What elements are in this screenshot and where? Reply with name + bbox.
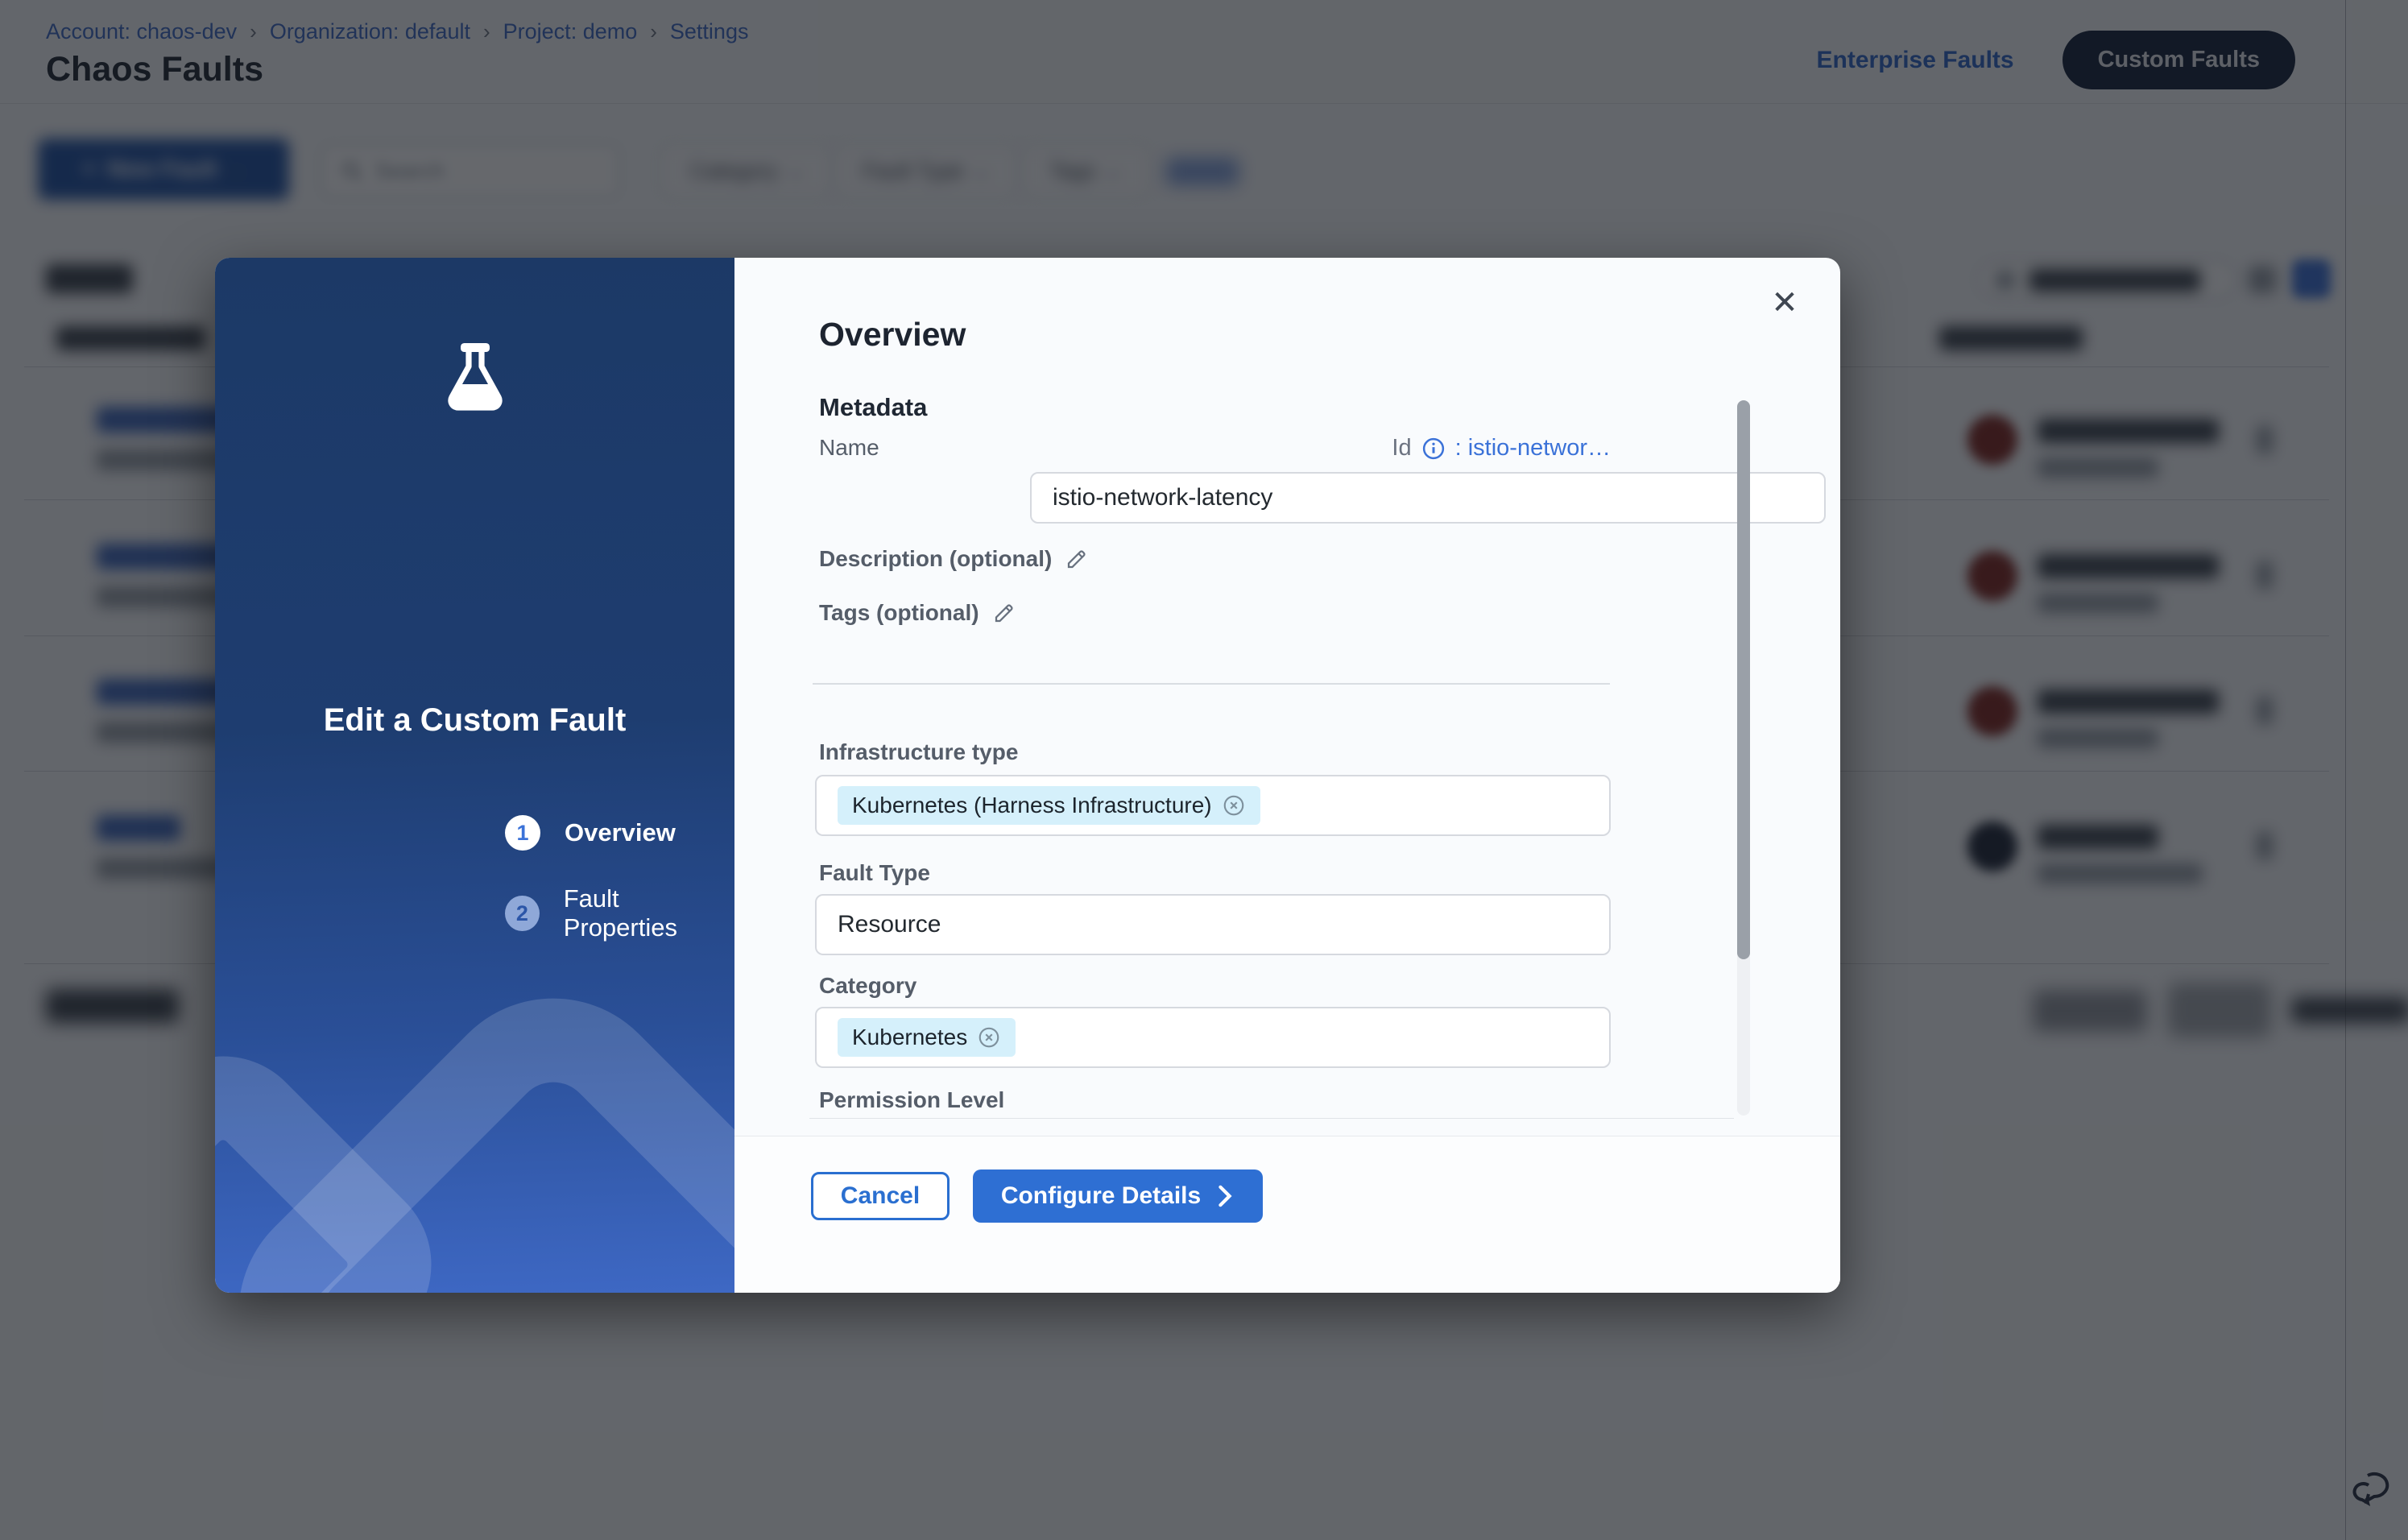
wizard-step-fault-properties[interactable]: 2 Fault Properties bbox=[505, 884, 734, 942]
modal-scrollbar[interactable] bbox=[1737, 400, 1750, 1116]
step-number-badge: 2 bbox=[505, 896, 540, 931]
permission-level-label: Permission Level bbox=[819, 1087, 1004, 1113]
info-icon[interactable] bbox=[1421, 437, 1446, 461]
name-input[interactable] bbox=[1030, 472, 1826, 524]
wizard-step-overview[interactable]: 1 Overview bbox=[505, 815, 676, 851]
edit-custom-fault-modal: Edit a Custom Fault 1 Overview 2 Fault P… bbox=[215, 258, 1840, 1293]
fault-type-field[interactable]: Resource bbox=[815, 894, 1611, 955]
modal-left-panel: Edit a Custom Fault 1 Overview 2 Fault P… bbox=[215, 258, 734, 1293]
scrollbar-thumb[interactable] bbox=[1737, 400, 1750, 959]
infrastructure-type-label: Infrastructure type bbox=[819, 739, 1018, 765]
modal-left-title: Edit a Custom Fault bbox=[215, 702, 734, 739]
chevron-right-icon bbox=[1215, 1185, 1235, 1207]
edit-pencil-icon[interactable] bbox=[992, 601, 1016, 625]
category-label: Category bbox=[819, 973, 916, 999]
flask-icon bbox=[437, 338, 514, 422]
id-label: Id bbox=[1392, 435, 1411, 462]
fault-type-label: Fault Type bbox=[819, 860, 930, 886]
category-chip[interactable]: Kubernetes bbox=[838, 1018, 1016, 1057]
category-field[interactable]: Kubernetes bbox=[815, 1007, 1611, 1068]
description-label: Description (optional) bbox=[819, 546, 1052, 572]
tags-label: Tags (optional) bbox=[819, 600, 979, 626]
chip-remove-icon[interactable] bbox=[1222, 793, 1246, 818]
infrastructure-type-field[interactable]: Kubernetes (Harness Infrastructure) bbox=[815, 775, 1611, 836]
cancel-button[interactable]: Cancel bbox=[811, 1172, 950, 1220]
name-label: Name bbox=[819, 435, 879, 461]
configure-details-button[interactable]: Configure Details bbox=[973, 1169, 1263, 1223]
step-number-badge: 1 bbox=[505, 815, 540, 851]
modal-title: Overview bbox=[819, 316, 966, 354]
close-icon[interactable]: ✕ bbox=[1765, 284, 1804, 322]
chip-remove-icon[interactable] bbox=[977, 1025, 1001, 1049]
edit-pencil-icon[interactable] bbox=[1065, 547, 1089, 571]
id-value-link[interactable]: : istio-networ… bbox=[1455, 435, 1611, 462]
infrastructure-chip[interactable]: Kubernetes (Harness Infrastructure) bbox=[838, 786, 1260, 825]
screen: Account: chaos-dev › Organization: defau… bbox=[0, 0, 2408, 1540]
metadata-heading: Metadata bbox=[819, 393, 927, 422]
